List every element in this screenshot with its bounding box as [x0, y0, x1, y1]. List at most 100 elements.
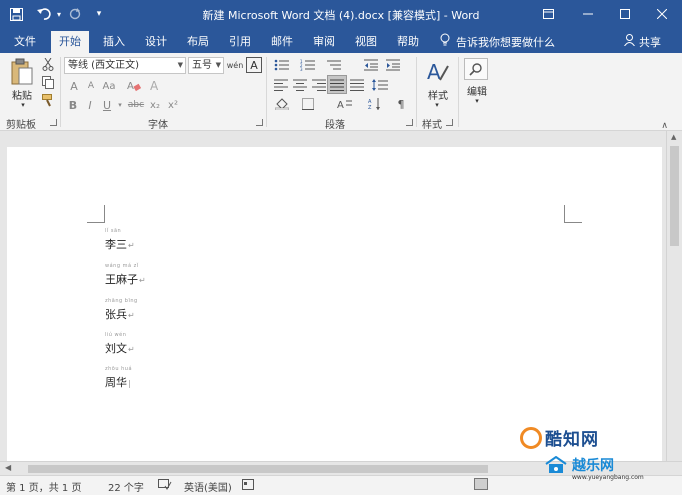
document-line[interactable]: zhōu huá 周华| [105, 366, 132, 390]
phonetic-guide-icon[interactable]: wén [227, 57, 244, 73]
document-line[interactable]: zhāng bīng 张兵↵ [105, 298, 137, 322]
editing-label[interactable]: 编辑 [462, 83, 492, 98]
styles-icon[interactable]: A [424, 59, 452, 85]
tab-layout[interactable]: 布局 [179, 32, 217, 53]
title-bar: ▾ ▾ 新建 Microsoft Word 文档 (4).docx [兼容模式]… [0, 0, 682, 28]
line-text: 王麻子 [105, 273, 138, 286]
document-line[interactable]: liú wén 刘文↵ [105, 332, 135, 356]
clipboard-launcher-icon[interactable] [50, 119, 57, 126]
underline-button[interactable]: U [101, 98, 113, 112]
line-text: 张兵 [105, 308, 127, 321]
svg-text:A: A [337, 100, 344, 110]
tab-design[interactable]: 设计 [137, 32, 175, 53]
tell-me-box[interactable]: 告诉我你想要做什么 [440, 32, 555, 52]
align-left-icon[interactable] [272, 77, 290, 93]
paste-label[interactable]: 粘贴 [8, 87, 36, 102]
italic-button[interactable]: I [84, 98, 96, 112]
separator [266, 57, 267, 127]
styles-label[interactable]: 样式 [422, 87, 454, 102]
horizontal-scroll-thumb[interactable] [28, 465, 488, 473]
brand-logo-icon [520, 426, 542, 449]
pinyin-guide: wáng má zǐ [105, 263, 139, 269]
shading-icon[interactable] [274, 97, 290, 111]
font-launcher-icon[interactable] [256, 119, 263, 126]
subscript-button[interactable]: x₂ [148, 98, 162, 112]
format-painter-icon[interactable] [41, 93, 55, 107]
paragraph-mark: ↵ [128, 311, 135, 320]
copy-icon[interactable] [41, 75, 55, 89]
decrease-indent-icon[interactable] [362, 57, 380, 73]
line-text: 刘文 [105, 342, 127, 355]
proofing-icon[interactable] [158, 479, 172, 493]
change-case-icon[interactable]: Aa [102, 79, 116, 93]
document-page[interactable]: lǐ sān 李三↵ wáng má zǐ 王麻子↵ zhāng bīng 张兵… [7, 147, 662, 467]
language[interactable]: 英语(美国) [184, 479, 232, 494]
superscript-button[interactable]: x² [166, 98, 180, 112]
tab-review[interactable]: 审阅 [305, 32, 343, 53]
increase-font-icon[interactable]: A [67, 79, 81, 93]
paste-dropdown-icon[interactable]: ▾ [19, 101, 27, 109]
align-center-icon[interactable] [291, 77, 309, 93]
tab-file[interactable]: 文件 [6, 32, 44, 53]
line-spacing-icon[interactable] [370, 77, 390, 93]
sort-icon[interactable]: AZ [366, 97, 384, 111]
numbering-icon[interactable]: 123 [298, 57, 318, 73]
multilevel-list-icon[interactable] [324, 57, 344, 73]
tab-help[interactable]: 帮助 [389, 32, 427, 53]
print-layout-icon[interactable] [474, 478, 488, 493]
borders-icon[interactable] [300, 97, 316, 111]
document-line[interactable]: lǐ sān 李三↵ [105, 228, 135, 252]
decrease-font-icon[interactable]: A [84, 79, 98, 93]
scroll-up-icon[interactable]: ▲ [671, 133, 676, 141]
vertical-scrollbar[interactable]: ▲ [666, 131, 682, 461]
tab-references[interactable]: 引用 [221, 32, 259, 53]
character-border-icon[interactable]: A [246, 57, 262, 73]
paragraph-launcher-icon[interactable] [406, 119, 413, 126]
ribbon-display-options-icon[interactable] [528, 0, 568, 28]
scroll-left-icon[interactable]: ◀ [5, 463, 11, 472]
distributed-icon[interactable] [348, 77, 366, 93]
text-effects-icon[interactable]: A [148, 77, 164, 93]
maximize-icon[interactable] [605, 0, 645, 28]
justify-icon[interactable] [327, 75, 347, 94]
vertical-scroll-thumb[interactable] [670, 146, 679, 246]
styles-dropdown-icon[interactable]: ▾ [432, 101, 442, 109]
show-formatting-marks-icon[interactable]: ¶ [394, 97, 408, 111]
cut-icon[interactable] [41, 57, 55, 71]
svg-text:A: A [150, 79, 159, 92]
paragraph-mark: ↵ [139, 276, 146, 285]
font-name-dropdown[interactable]: 等线 (西文正文) ▼ [64, 57, 186, 74]
styles-launcher-icon[interactable] [446, 119, 453, 126]
collapse-ribbon-icon[interactable]: ∧ [661, 121, 668, 131]
text-cursor: | [128, 379, 131, 388]
tab-home[interactable]: 开始 [51, 31, 89, 53]
word-count[interactable]: 22 个字 [108, 479, 144, 494]
increase-indent-icon[interactable] [384, 57, 402, 73]
clear-formatting-icon[interactable]: A [126, 77, 142, 93]
pinyin-guide: zhāng bīng [105, 298, 138, 304]
chevron-down-icon: ▼ [215, 61, 221, 69]
tab-insert[interactable]: 插入 [95, 32, 133, 53]
macro-icon[interactable] [242, 479, 254, 493]
document-line[interactable]: wáng má zǐ 王麻子↵ [105, 263, 146, 287]
wifi-house-icon [545, 456, 567, 473]
font-size-dropdown[interactable]: 五号 ▼ [188, 57, 224, 74]
chinese-layout-icon[interactable]: A [336, 97, 354, 111]
share-button[interactable]: 共享 [624, 32, 661, 52]
find-icon[interactable] [464, 58, 488, 80]
share-label: 共享 [639, 35, 661, 49]
watermark-brand-1: 酷知网 [520, 425, 599, 450]
strikethrough-button[interactable]: abc [128, 98, 144, 112]
minimize-icon[interactable] [568, 0, 608, 28]
editing-dropdown-icon[interactable]: ▾ [472, 97, 482, 105]
pinyin-guide: zhōu huá [105, 366, 133, 372]
tab-mailings[interactable]: 邮件 [263, 32, 301, 53]
paste-button[interactable] [8, 57, 36, 87]
bullets-icon[interactable] [272, 57, 292, 73]
crop-mark-top-right [564, 205, 582, 223]
close-icon[interactable] [642, 0, 682, 28]
align-right-icon[interactable] [310, 77, 328, 93]
page-count[interactable]: 第 1 页，共 1 页 [6, 479, 81, 494]
tab-view[interactable]: 视图 [347, 32, 385, 53]
underline-dropdown-icon[interactable]: ▾ [116, 98, 124, 112]
